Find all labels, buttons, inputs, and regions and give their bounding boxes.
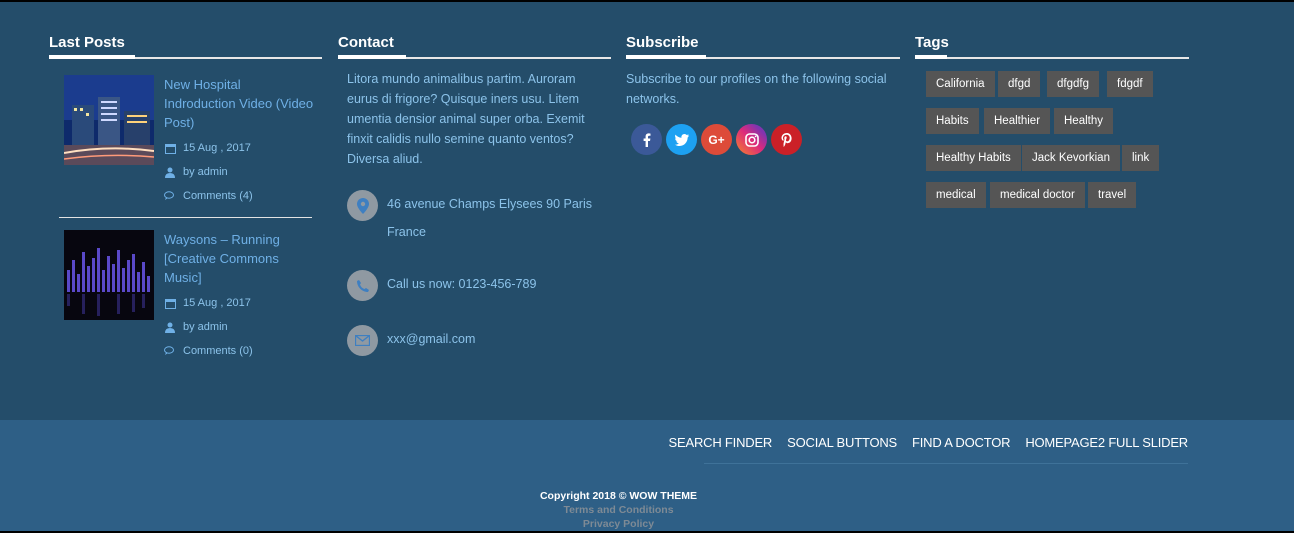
post-title-link[interactable]: New Hospital Indroduction Video (Video P… (164, 75, 314, 132)
terms-link[interactable]: Terms and Conditions (440, 503, 797, 517)
address-line-2: France (387, 225, 426, 239)
tag-link[interactable]: medical doctor (990, 182, 1085, 208)
pinterest-icon[interactable] (771, 124, 802, 155)
user-icon (164, 167, 176, 178)
tag-link[interactable]: fdgdf (1107, 71, 1153, 97)
calendar-icon (164, 298, 176, 309)
footer-widgets-area (0, 2, 1294, 420)
post-title-link[interactable]: Waysons – Running [Creative Commons Musi… (164, 230, 314, 287)
last-posts-underline-accent (49, 55, 135, 59)
copyright-text: Copyright 2018 © WOW THEME (539, 490, 698, 502)
address-line-1: 46 avenue Champs Elysees 90 Paris (387, 197, 592, 211)
last-posts-heading: Last Posts (49, 34, 125, 51)
contact-underline-accent (338, 55, 406, 59)
contact-email: xxx@gmail.com (347, 325, 475, 356)
tag-link[interactable]: Healthy Habits (926, 145, 1021, 171)
envelope-icon (347, 325, 378, 356)
tag-link[interactable]: Jack Kevorkian (1022, 145, 1120, 171)
post-author-text[interactable]: by admin (183, 321, 228, 333)
phone-icon (347, 270, 378, 301)
tag-link[interactable]: link (1122, 145, 1160, 171)
menu-item-homepage2-full-slider[interactable]: HOMEPAGE2 FULL SLIDER (1025, 435, 1188, 450)
calendar-icon (164, 143, 176, 154)
tag-link[interactable]: dfgd (998, 71, 1041, 97)
subscribe-description: Subscribe to our profiles on the followi… (626, 72, 887, 106)
post-date-text: 15 Aug , 2017 (183, 142, 251, 154)
user-icon (164, 322, 176, 333)
post-author-text[interactable]: by admin (183, 166, 228, 178)
copyright-block: Copyright 2018 © WOW THEME Terms and Con… (440, 489, 797, 531)
post-date: 15 Aug , 2017 (164, 142, 251, 154)
footer-menu: SEARCH FINDER SOCIAL BUTTONS FIND A DOCT… (669, 435, 1189, 450)
facebook-icon[interactable] (631, 124, 662, 155)
instagram-icon[interactable] (736, 124, 767, 155)
post-comments: Comments (0) (164, 345, 253, 357)
tag-link[interactable]: Healthier (984, 108, 1051, 134)
twitter-icon[interactable] (666, 124, 697, 155)
tag-link[interactable]: Habits (926, 108, 979, 134)
menu-item-search-finder[interactable]: SEARCH FINDER (669, 435, 773, 450)
contact-heading: Contact (338, 34, 394, 51)
posts-divider (59, 217, 312, 218)
menu-item-social-buttons[interactable]: SOCIAL BUTTONS (787, 435, 897, 450)
post-author: by admin (164, 166, 228, 178)
post-comments-link[interactable]: Comments (0) (183, 345, 253, 357)
phone-text[interactable]: Call us now: 0123-456-789 (387, 270, 536, 301)
footer-page: Last Posts New Hospital Indroduction Vid… (0, 0, 1294, 533)
post-date: 15 Aug , 2017 (164, 297, 251, 309)
privacy-link[interactable]: Privacy Policy (440, 517, 797, 531)
subscribe-heading: Subscribe (626, 34, 699, 51)
post-comments: Comments (4) (164, 190, 253, 202)
contact-phone: Call us now: 0123-456-789 (347, 270, 536, 301)
tag-link[interactable]: Healthy (1054, 108, 1113, 134)
tag-link[interactable]: California (926, 71, 995, 97)
email-link[interactable]: xxx@gmail.com (387, 325, 475, 356)
tag-link[interactable]: travel (1088, 182, 1137, 208)
footer-menu-rule (704, 463, 1188, 464)
comments-icon (164, 346, 176, 356)
post-thumbnail-hospital[interactable] (64, 75, 154, 165)
post-thumbnail-music[interactable] (64, 230, 154, 320)
tags-heading: Tags (915, 34, 949, 51)
comments-icon (164, 191, 176, 201)
tags-underline (915, 57, 1189, 59)
contact-description: Litora mundo animalibus partim. Auroram … (347, 72, 585, 166)
contact-address: 46 avenue Champs Elysees 90 Paris France (347, 190, 592, 246)
map-marker-icon (347, 190, 378, 221)
subscribe-underline-accent (626, 55, 706, 59)
menu-item-find-a-doctor[interactable]: FIND A DOCTOR (912, 435, 1010, 450)
post-comments-link[interactable]: Comments (4) (183, 190, 253, 202)
post-date-text: 15 Aug , 2017 (183, 297, 251, 309)
tag-link[interactable]: dfgdfg (1047, 71, 1099, 97)
tags-underline-accent (915, 55, 947, 59)
post-author: by admin (164, 321, 228, 333)
tag-link[interactable]: medical (926, 182, 986, 208)
google-plus-icon[interactable]: G+ (701, 124, 732, 155)
